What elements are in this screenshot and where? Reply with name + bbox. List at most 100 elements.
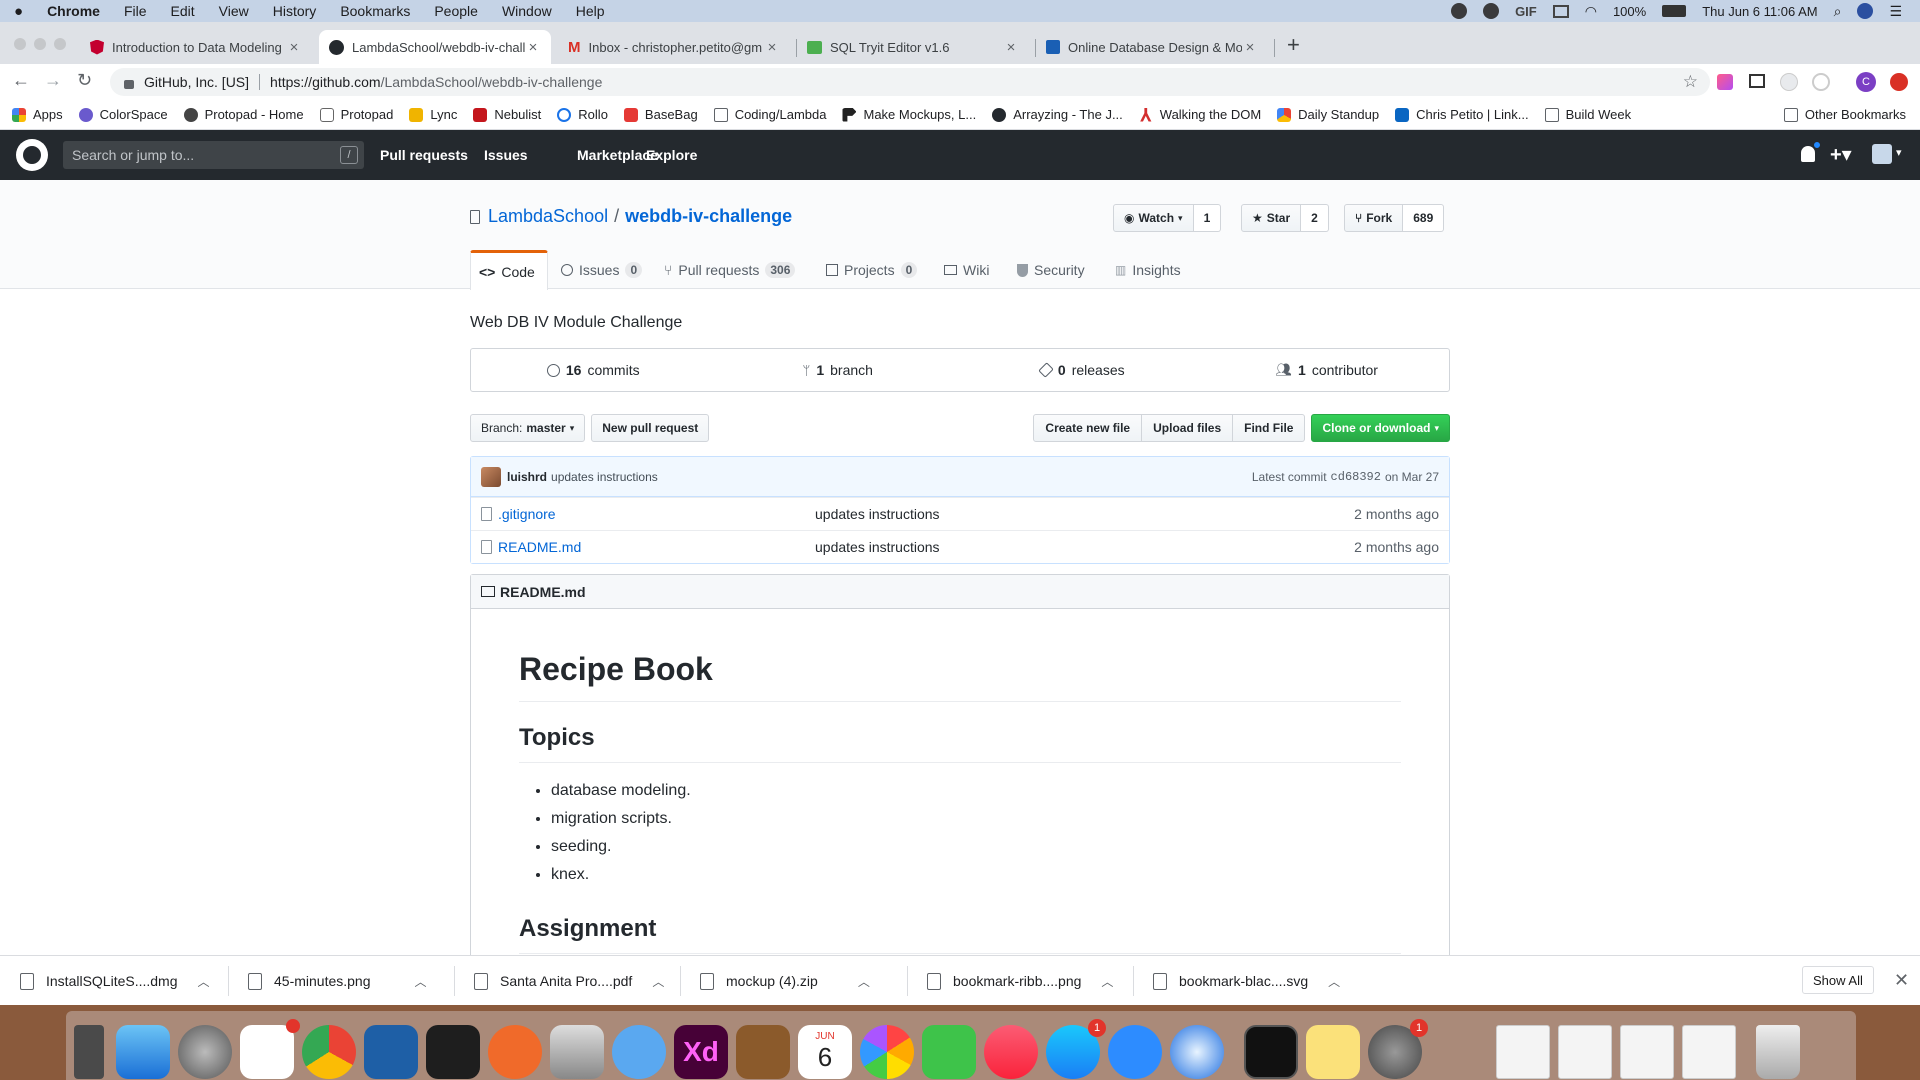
download-item[interactable]: mockup (4).zip ︿ (700, 956, 870, 1006)
screenshot-extension-icon[interactable] (1749, 74, 1765, 88)
watch-count[interactable]: 1 (1193, 204, 1222, 232)
update-alert-icon[interactable] (1890, 73, 1908, 91)
tab-gmail-inbox[interactable]: M Inbox - christopher.petito@gm × (558, 30, 790, 64)
clone-or-download-button[interactable]: Clone or download ▾ (1311, 414, 1450, 442)
window-minimize-dot[interactable] (34, 38, 46, 50)
tab-pull-requests[interactable]: ⑂ Pull requests 306 (656, 250, 803, 290)
file-name-link[interactable]: .gitignore (498, 506, 815, 522)
notification-center-icon[interactable]: ☰ (1889, 3, 1902, 20)
tab-issues[interactable]: Issues 0 (553, 250, 650, 290)
menu-help[interactable]: Help (576, 3, 605, 19)
lock-icon[interactable] (124, 79, 134, 89)
star-count[interactable]: 2 (1301, 204, 1329, 232)
create-new-file-button[interactable]: Create new file (1033, 414, 1143, 442)
tab-close-icon[interactable]: × (1242, 39, 1258, 56)
tab-github-repo[interactable]: LambdaSchool/webdb-iv-chall × (319, 30, 551, 64)
menu-window[interactable]: Window (502, 3, 552, 19)
tab-db-design[interactable]: Online Database Design & Mod × (1036, 30, 1268, 64)
download-item[interactable]: bookmark-ribb....png ︿ (927, 956, 1113, 1006)
bookmark-star-icon[interactable]: ☆ (1683, 72, 1698, 92)
airplay-icon[interactable] (1552, 4, 1569, 18)
dock-terminal-icon[interactable] (1244, 1025, 1298, 1079)
dock-settings-gear-icon[interactable] (74, 1025, 104, 1079)
window-zoom-dot[interactable] (54, 38, 66, 50)
menu-edit[interactable]: Edit (171, 3, 195, 19)
profile-avatar-icon[interactable]: C (1856, 72, 1876, 92)
upload-files-button[interactable]: Upload files (1142, 414, 1234, 442)
tab-close-icon[interactable]: × (286, 39, 302, 56)
reload-icon[interactable]: ↻ (77, 70, 92, 91)
chevron-up-icon[interactable]: ︿ (1101, 973, 1113, 990)
dock-notes-icon[interactable] (1306, 1025, 1360, 1079)
dock-safari-icon[interactable] (1170, 1025, 1224, 1079)
dock-chrome-icon[interactable] (302, 1025, 356, 1079)
dock-paw-icon[interactable] (488, 1025, 542, 1079)
bookmark-arrayzing[interactable]: Arrayzing - The J... (992, 107, 1123, 122)
github-search-input[interactable]: Search or jump to... / (63, 141, 364, 169)
chevron-up-icon[interactable]: ︿ (652, 973, 664, 990)
close-shelf-icon[interactable]: ✕ (1894, 970, 1909, 991)
new-tab-plus-icon[interactable]: + (1287, 32, 1300, 58)
show-all-downloads-button[interactable]: Show All (1802, 966, 1874, 994)
site-identity[interactable]: GitHub, Inc. [US] (144, 74, 249, 90)
summary-branches[interactable]: ᛘ 1 branch (716, 362, 961, 378)
bookmark-folder-coding-lambda[interactable]: Coding/Lambda (713, 107, 826, 122)
tab-code[interactable]: <> Code (470, 250, 548, 290)
battery-percent[interactable]: 100% (1613, 4, 1646, 19)
tab-wiki[interactable]: Wiki (936, 250, 997, 290)
watch-button[interactable]: ◉ Watch ▾ (1113, 204, 1194, 232)
dock-window-thumbnail-icon[interactable] (1682, 1025, 1736, 1079)
create-new-plus-icon[interactable]: +▾ (1830, 142, 1852, 167)
clock[interactable]: Thu Jun 6 11:06 AM (1702, 4, 1817, 19)
download-item[interactable]: 45-minutes.png ︿ (248, 956, 427, 1006)
bookmark-rollo[interactable]: Rollo (557, 107, 608, 122)
dock-sqlite-icon[interactable] (550, 1025, 604, 1079)
chevron-up-icon[interactable]: ︿ (198, 973, 210, 990)
dock-launchpad-icon[interactable] (178, 1025, 232, 1079)
dock-finder-icon[interactable] (116, 1025, 170, 1079)
nav-issues[interactable]: Issues (484, 130, 528, 180)
star-button[interactable]: ★ Star (1241, 204, 1302, 232)
commit-message[interactable]: updates instructions (551, 470, 658, 484)
chevron-up-icon[interactable]: ︿ (415, 973, 427, 990)
address-bar[interactable]: GitHub, Inc. [US] https://github.com /La… (110, 68, 1710, 96)
tab-close-icon[interactable]: × (764, 39, 780, 56)
bookmark-walking-dom[interactable]: Walking the DOM (1139, 107, 1261, 122)
creative-cloud-icon[interactable] (1483, 3, 1500, 19)
extension-grey-icon[interactable] (1780, 73, 1798, 91)
chevron-up-icon[interactable]: ︿ (858, 973, 870, 990)
bookmark-folder-build-week[interactable]: Build Week (1544, 107, 1631, 122)
apple-icon[interactable]: ● (14, 3, 23, 20)
dock-itunes-icon[interactable] (984, 1025, 1038, 1079)
bookmark-lync[interactable]: Lync (409, 107, 457, 122)
github-logo-icon[interactable] (16, 139, 48, 171)
dock-slack-icon[interactable] (240, 1019, 300, 1079)
extension-gradient-icon[interactable] (1717, 74, 1733, 90)
dock-window-thumbnail-icon[interactable] (1620, 1025, 1674, 1079)
status-menu-icon[interactable] (1451, 3, 1468, 19)
tab-sql-tryit[interactable]: SQL Tryit Editor v1.6 × (797, 30, 1029, 64)
tab-insights[interactable]: ▥ Insights (1107, 250, 1189, 290)
author-avatar[interactable] (481, 466, 501, 487)
summary-releases[interactable]: 0 releases (960, 362, 1205, 378)
dock-trash-icon[interactable] (1756, 1025, 1800, 1079)
dock-zoom-icon[interactable] (1108, 1025, 1162, 1079)
tab-close-icon[interactable]: × (525, 39, 541, 56)
gif-icon[interactable]: GIF (1515, 4, 1537, 19)
dock-calendar-icon[interactable]: JUN 6 (798, 1025, 852, 1079)
bookmark-daily-standup[interactable]: Daily Standup (1277, 107, 1379, 122)
forward-arrow-icon[interactable]: → (44, 70, 62, 91)
bookmark-protopad-home[interactable]: Protopad - Home (183, 107, 304, 122)
dock-window-thumbnail-icon[interactable] (1496, 1025, 1550, 1079)
bookmark-colorspace[interactable]: ColorSpace (78, 107, 168, 122)
dock-photos-icon[interactable] (860, 1025, 914, 1079)
branch-select-menu[interactable]: Branch: master ▾ (470, 414, 586, 442)
battery-icon[interactable] (1662, 5, 1687, 17)
file-name-link[interactable]: README.md (498, 539, 815, 555)
bookmark-make-mockups[interactable]: Make Mockups, L... (842, 107, 976, 122)
menu-app-chrome[interactable]: Chrome (47, 3, 100, 19)
dock-facetime-icon[interactable] (922, 1025, 976, 1079)
commit-author[interactable]: luishrd (507, 470, 547, 484)
find-file-button[interactable]: Find File (1233, 414, 1306, 442)
new-pull-request-button[interactable]: New pull request (591, 414, 710, 442)
